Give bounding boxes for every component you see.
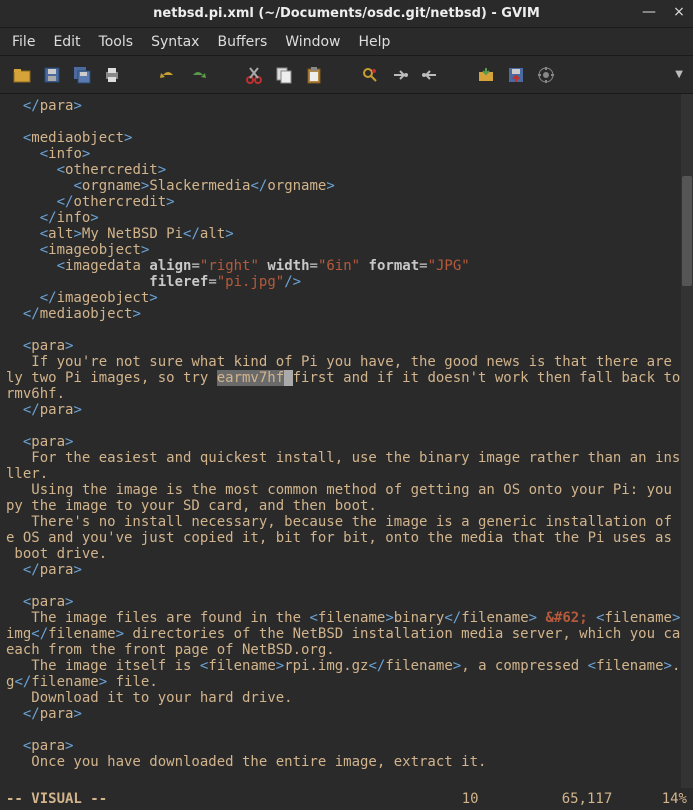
minimize-icon[interactable]: —	[641, 4, 657, 20]
copy-icon[interactable]	[274, 65, 294, 85]
session-save-icon[interactable]	[506, 65, 526, 85]
menu-file[interactable]: File	[12, 34, 35, 50]
editor[interactable]: </para> <mediaobject> <info> <othercredi…	[0, 94, 693, 788]
menu-help[interactable]: Help	[358, 34, 390, 50]
status-count: 10	[462, 791, 562, 807]
scrollbar-thumb[interactable]	[682, 176, 692, 286]
save-icon[interactable]	[42, 65, 62, 85]
print-icon[interactable]	[102, 65, 122, 85]
session-load-icon[interactable]	[476, 65, 496, 85]
scrollbar[interactable]	[681, 94, 693, 788]
toolbar: ▼	[0, 56, 693, 94]
titlebar: netbsd.pi.xml (~/Documents/osdc.git/netb…	[0, 0, 693, 28]
close-icon[interactable]: ×	[671, 4, 687, 20]
cut-icon[interactable]	[244, 65, 264, 85]
find-next-icon[interactable]	[390, 65, 410, 85]
open-icon[interactable]	[12, 65, 32, 85]
toolbar-dropdown-icon[interactable]: ▼	[675, 69, 683, 80]
window-title: netbsd.pi.xml (~/Documents/osdc.git/netb…	[153, 6, 540, 21]
menu-buffers[interactable]: Buffers	[217, 34, 267, 50]
find-prev-icon[interactable]	[420, 65, 440, 85]
menu-edit[interactable]: Edit	[53, 34, 80, 50]
window-controls: — ×	[641, 4, 687, 20]
visual-selection: earmv7hf	[217, 370, 284, 386]
status-position: 65,117	[562, 791, 662, 807]
menu-syntax[interactable]: Syntax	[151, 34, 199, 50]
menu-window[interactable]: Window	[285, 34, 340, 50]
saveall-icon[interactable]	[72, 65, 92, 85]
run-script-icon[interactable]	[536, 65, 556, 85]
redo-icon[interactable]	[188, 65, 208, 85]
find-replace-icon[interactable]	[360, 65, 380, 85]
status-mode: -- VISUAL --	[6, 791, 107, 807]
menubar: File Edit Tools Syntax Buffers Window He…	[0, 28, 693, 56]
statusbar: -- VISUAL -- 10 65,117 14%	[0, 788, 693, 810]
paste-icon[interactable]	[304, 65, 324, 85]
cursor	[284, 370, 292, 386]
status-percent: 14%	[662, 791, 687, 807]
undo-icon[interactable]	[158, 65, 178, 85]
menu-tools[interactable]: Tools	[99, 34, 134, 50]
